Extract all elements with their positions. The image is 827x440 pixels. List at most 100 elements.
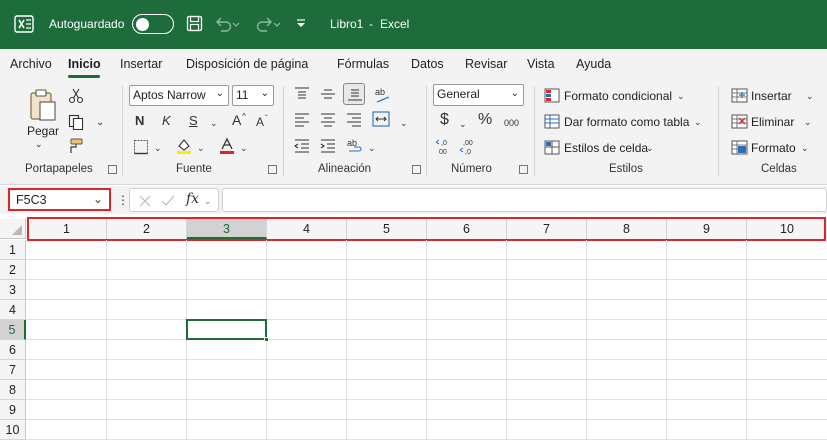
format-painter-icon[interactable] xyxy=(68,138,84,154)
increase-indent-icon[interactable] xyxy=(320,139,336,153)
undo-icon[interactable] xyxy=(214,15,240,32)
font-color-dropdown-icon[interactable]: ⌄ xyxy=(240,141,248,155)
row-header[interactable]: 7 xyxy=(0,360,26,380)
clipboard-launcher-icon[interactable] xyxy=(108,165,117,174)
enter-icon[interactable] xyxy=(161,195,175,207)
chevron-down-icon[interactable]: ⌄ xyxy=(646,141,654,155)
bold-button[interactable]: N xyxy=(135,114,144,128)
redo-icon[interactable] xyxy=(252,15,280,32)
format-cells-button[interactable]: Formato xyxy=(751,141,796,155)
autosave-toggle[interactable] xyxy=(132,14,174,34)
delete-cells-button[interactable]: Eliminar xyxy=(751,115,794,129)
paste-label[interactable]: Pegar xyxy=(27,124,59,138)
decrease-decimal-icon[interactable]: ,00 ,0 xyxy=(460,138,478,156)
chevron-down-icon: ⌄ xyxy=(260,88,269,99)
alignment-launcher-icon[interactable] xyxy=(412,165,421,174)
tab-datos[interactable]: Datos xyxy=(411,57,444,71)
underline-button[interactable]: S xyxy=(189,114,198,128)
increase-font-button[interactable]: A xyxy=(232,113,241,127)
align-top-icon[interactable] xyxy=(294,87,310,101)
cell-styles-button[interactable]: Estilos de celda xyxy=(564,141,648,155)
more-options-icon[interactable]: ⋮ xyxy=(117,193,129,207)
name-box[interactable]: F5C3 ⌄ xyxy=(8,188,111,211)
fill-handle[interactable] xyxy=(264,337,269,342)
number-launcher-icon[interactable] xyxy=(519,165,528,174)
percent-button[interactable]: % xyxy=(478,112,492,128)
decrease-indent-icon[interactable] xyxy=(294,139,310,153)
copy-dropdown-icon[interactable]: ⌄ xyxy=(96,116,104,130)
fill-color-dropdown-icon[interactable]: ⌄ xyxy=(197,141,205,155)
row-header[interactable]: 3 xyxy=(0,280,26,300)
row-header-active[interactable]: 5 xyxy=(0,320,26,340)
tab-formulas[interactable]: Fórmulas xyxy=(337,57,389,71)
conditional-format-button[interactable]: Formato condicional xyxy=(564,89,672,103)
conditional-format-icon[interactable] xyxy=(544,88,560,103)
number-format-select[interactable]: General ⌄ xyxy=(433,84,524,106)
increase-decimal-icon[interactable]: ,0 00 xyxy=(436,138,454,156)
wrap-text-icon[interactable]: ab xyxy=(346,137,364,155)
chevron-down-icon[interactable]: ⌄ xyxy=(677,89,685,103)
row-header[interactable]: 6 xyxy=(0,340,26,360)
cancel-icon[interactable] xyxy=(139,195,151,207)
chevron-down-icon[interactable]: ⌄ xyxy=(806,89,814,103)
cut-icon[interactable] xyxy=(68,88,84,104)
tab-ayuda[interactable]: Ayuda xyxy=(576,57,611,71)
format-as-table-icon[interactable] xyxy=(544,114,560,129)
align-center-icon[interactable] xyxy=(320,113,336,127)
format-as-table-button[interactable]: Dar formato como tabla xyxy=(564,115,689,129)
fill-color-icon[interactable] xyxy=(176,137,192,155)
active-cell[interactable] xyxy=(186,319,267,340)
borders-dropdown-icon[interactable]: ⌄ xyxy=(154,141,162,155)
format-cells-icon[interactable] xyxy=(731,140,748,155)
save-icon[interactable] xyxy=(186,15,203,32)
tab-archivo[interactable]: Archivo xyxy=(10,57,52,71)
font-name-select[interactable]: Aptos Narrow ⌄ xyxy=(129,85,229,106)
chevron-down-icon[interactable]: ⌄ xyxy=(204,194,212,208)
insert-cells-icon[interactable] xyxy=(731,88,748,103)
insert-function-button[interactable]: fx xyxy=(186,192,199,206)
borders-icon[interactable] xyxy=(133,139,149,155)
paste-icon[interactable] xyxy=(28,88,58,122)
currency-dropdown-icon[interactable]: ⌄ xyxy=(459,117,467,131)
autosave-label: Autoguardado xyxy=(49,17,125,31)
wrap-dropdown-icon[interactable]: ⌄ xyxy=(368,141,376,155)
gridline xyxy=(586,240,587,440)
thousands-button[interactable]: 000 xyxy=(504,116,519,130)
row-header[interactable]: 10 xyxy=(0,420,26,440)
formula-input[interactable] xyxy=(222,188,827,212)
orientation-icon[interactable]: ab xyxy=(373,85,393,105)
row-header[interactable]: 9 xyxy=(0,400,26,420)
decrease-font-button[interactable]: A xyxy=(256,115,264,129)
delete-cells-icon[interactable] xyxy=(731,114,748,129)
chevron-down-icon[interactable]: ⌄ xyxy=(804,115,812,129)
underline-dropdown-icon[interactable]: ⌄ xyxy=(210,116,218,130)
align-middle-icon[interactable] xyxy=(320,87,336,101)
paste-dropdown-icon[interactable]: ⌄ xyxy=(35,139,43,150)
align-left-icon[interactable] xyxy=(294,113,310,127)
customize-toolbar-icon[interactable] xyxy=(296,18,306,28)
copy-icon[interactable] xyxy=(68,114,84,130)
font-size-select[interactable]: 11 ⌄ xyxy=(232,85,274,106)
chevron-down-icon[interactable]: ⌄ xyxy=(694,115,702,129)
tab-revisar[interactable]: Revisar xyxy=(465,57,507,71)
row-header[interactable]: 2 xyxy=(0,260,26,280)
tab-inicio[interactable]: Inicio xyxy=(68,57,101,71)
font-color-icon[interactable] xyxy=(219,137,235,155)
row-header[interactable]: 8 xyxy=(0,380,26,400)
currency-button[interactable]: $ xyxy=(440,112,449,128)
tab-disposicion[interactable]: Disposición de página xyxy=(186,57,308,71)
italic-button[interactable]: K xyxy=(162,114,171,128)
merge-center-icon[interactable] xyxy=(372,111,390,127)
tab-insertar[interactable]: Insertar xyxy=(120,57,162,71)
insert-cells-button[interactable]: Insertar xyxy=(751,89,792,103)
tab-vista[interactable]: Vista xyxy=(527,57,555,71)
align-bottom-button[interactable] xyxy=(343,83,365,105)
row-header[interactable]: 4 xyxy=(0,300,26,320)
font-launcher-icon[interactable] xyxy=(268,165,277,174)
cell-styles-icon[interactable] xyxy=(544,140,560,155)
select-all-corner[interactable] xyxy=(0,219,26,239)
chevron-down-icon[interactable]: ⌄ xyxy=(801,141,809,155)
merge-dropdown-icon[interactable]: ⌄ xyxy=(400,116,408,130)
row-header[interactable]: 1 xyxy=(0,240,26,260)
align-right-icon[interactable] xyxy=(346,113,362,127)
